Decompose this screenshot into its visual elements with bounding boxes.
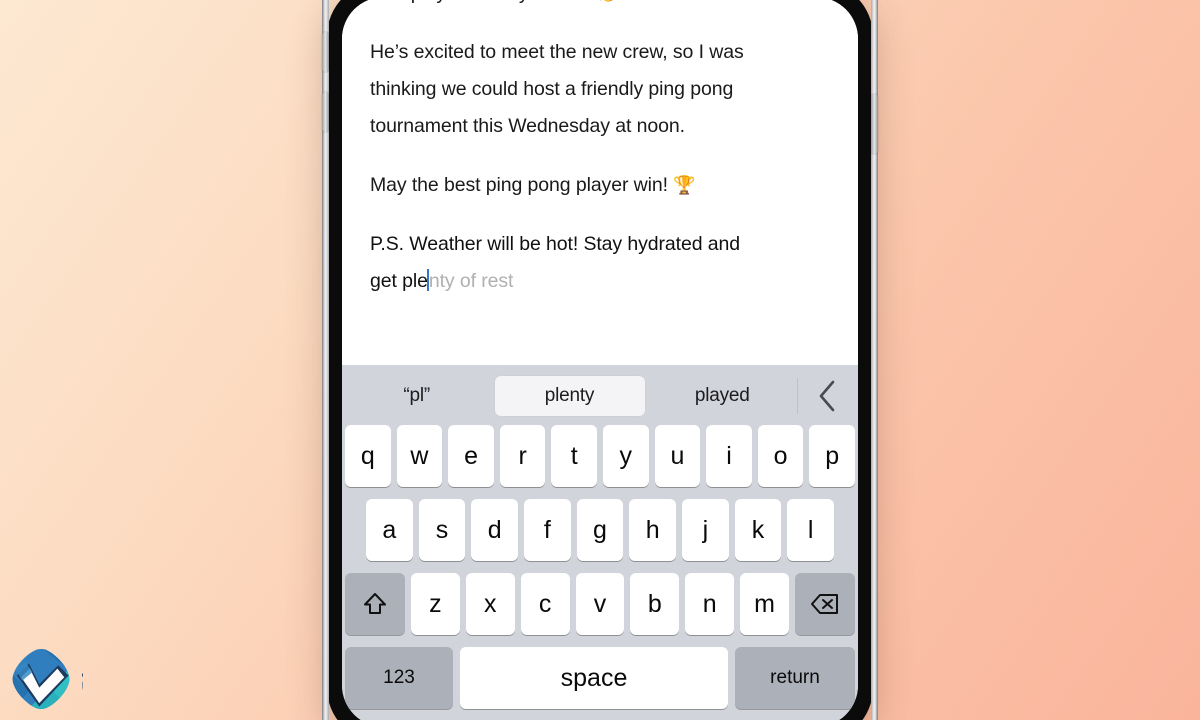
predictive-ghost-text: nty of rest xyxy=(428,270,514,292)
key-j[interactable]: j xyxy=(682,499,729,561)
paragraph-text: also played varsity tennis! xyxy=(370,0,596,4)
key-k[interactable]: k xyxy=(734,499,782,561)
key-u[interactable]: u xyxy=(654,425,701,487)
key-f[interactable]: f xyxy=(524,499,571,561)
key-x[interactable]: x xyxy=(465,573,515,635)
key-z[interactable]: z xyxy=(411,573,460,635)
key-w[interactable]: w xyxy=(396,425,443,487)
phone-device: also played varsity tennis! 👏 He’s excit… xyxy=(322,0,878,720)
clapping-hands-emoji: 👏 xyxy=(596,0,618,4)
suggestion-played[interactable]: played xyxy=(651,376,795,416)
key-t[interactable]: t xyxy=(551,425,597,487)
paragraph-text: He’s excited to meet the new crew, so I … xyxy=(370,41,744,137)
keyboard-row-2: a s d f g h j k l xyxy=(342,499,858,561)
key-v[interactable]: v xyxy=(575,573,625,635)
watermark-logo: تراتک xyxy=(10,646,232,712)
key-c[interactable]: c xyxy=(520,573,570,635)
mail-compose-line[interactable]: P.S. Weather will be hot! Stay hydrated … xyxy=(370,226,800,300)
paragraph-text: May the best ping pong player win! xyxy=(370,174,674,196)
collapse-suggestions-button[interactable] xyxy=(798,379,858,413)
volume-down-button[interactable] xyxy=(322,92,329,132)
numbers-key[interactable]: 123 xyxy=(345,647,453,709)
key-s[interactable]: s xyxy=(418,499,466,561)
suggestion-plenty[interactable]: plenty xyxy=(494,376,645,416)
watermark-brand-text: تراتک xyxy=(82,650,232,708)
key-g[interactable]: g xyxy=(576,499,624,561)
checkmark-diamond-logo-icon xyxy=(10,646,72,712)
mail-compose-body[interactable]: also played varsity tennis! 👏 He’s excit… xyxy=(342,0,858,365)
shift-arrow-icon xyxy=(362,591,388,617)
svg-text:تراتک: تراتک xyxy=(82,655,86,705)
predictive-suggestion-bar: “pl” plenty played xyxy=(342,367,858,425)
keyboard-row-3: z x c v b n m xyxy=(342,573,858,635)
key-p[interactable]: p xyxy=(809,425,855,487)
key-q[interactable]: q xyxy=(345,425,391,487)
backspace-icon xyxy=(810,592,840,616)
mail-paragraph-1: He’s excited to meet the new crew, so I … xyxy=(370,34,800,145)
keyboard-row-1: q w e r t y u i o p xyxy=(342,425,858,487)
backspace-key[interactable] xyxy=(795,573,856,635)
space-key[interactable]: space xyxy=(460,647,728,709)
return-key[interactable]: return xyxy=(735,647,855,709)
mail-paragraph-clipped: also played varsity tennis! 👏 xyxy=(370,0,800,12)
key-b[interactable]: b xyxy=(630,573,680,635)
key-e[interactable]: e xyxy=(448,425,494,487)
key-y[interactable]: y xyxy=(603,425,649,487)
phone-screen: also played varsity tennis! 👏 He’s excit… xyxy=(342,0,858,720)
key-a[interactable]: a xyxy=(365,499,413,561)
onscreen-keyboard: “pl” plenty played q w e r t y u i o p a… xyxy=(342,365,858,720)
key-d[interactable]: d xyxy=(471,499,518,561)
keyboard-row-4: 123 space return xyxy=(342,647,858,709)
key-h[interactable]: h xyxy=(629,499,677,561)
key-l[interactable]: l xyxy=(787,499,835,561)
key-o[interactable]: o xyxy=(757,425,804,487)
key-n[interactable]: n xyxy=(685,573,735,635)
power-button[interactable] xyxy=(871,94,878,154)
volume-up-button[interactable] xyxy=(322,32,329,72)
key-i[interactable]: i xyxy=(706,425,752,487)
key-m[interactable]: m xyxy=(740,573,790,635)
typed-text-line-1: P.S. Weather will be hot! Stay hydrated … xyxy=(370,233,741,255)
shift-key[interactable] xyxy=(345,573,405,635)
typed-text-line-2: get ple xyxy=(370,270,428,292)
chevron-left-icon xyxy=(817,379,839,413)
trophy-emoji: 🏆 xyxy=(673,175,696,196)
suggestion-literal[interactable]: “pl” xyxy=(345,376,489,416)
mail-paragraph-2: May the best ping pong player win! 🏆 xyxy=(370,167,800,204)
key-r[interactable]: r xyxy=(499,425,546,487)
